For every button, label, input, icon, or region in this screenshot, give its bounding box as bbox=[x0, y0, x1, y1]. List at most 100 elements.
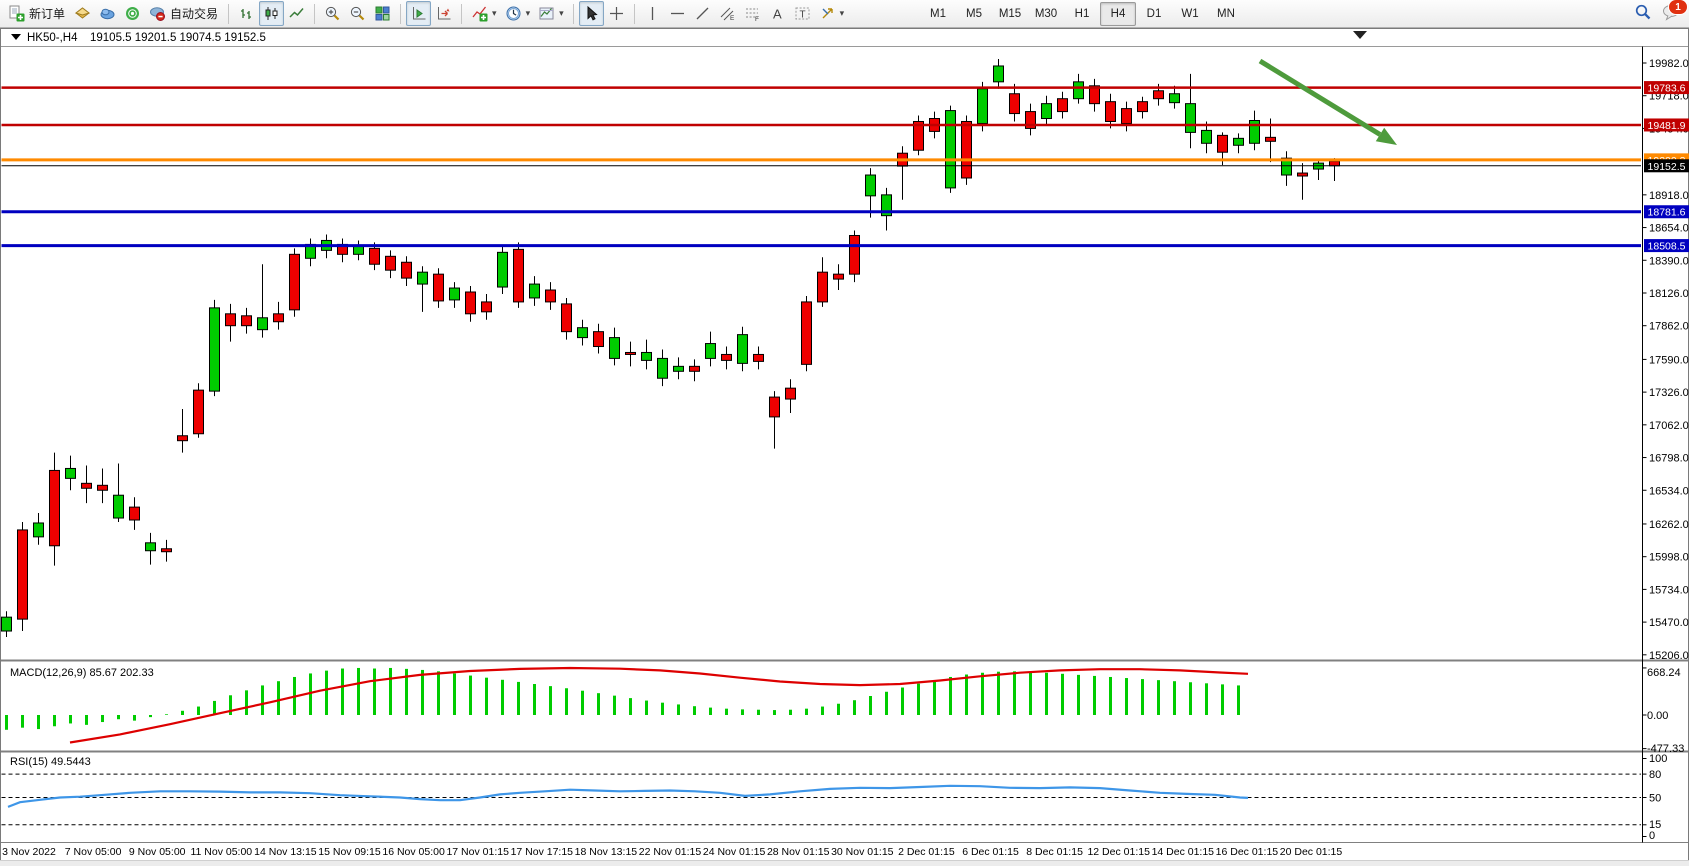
channel-icon: E bbox=[719, 5, 736, 22]
indicators-icon bbox=[471, 5, 488, 22]
dropdown-caret-icon[interactable]: ▾ bbox=[840, 8, 845, 19]
toolbar-separator bbox=[400, 3, 402, 24]
cursor-icon bbox=[583, 5, 600, 22]
trading-terminal: { "toolbar": { "buttons": [ {"name":"new… bbox=[0, 0, 1689, 866]
tile-windows-button[interactable] bbox=[370, 1, 395, 26]
quotes-button[interactable] bbox=[70, 1, 95, 26]
timeframe-m15-button[interactable]: M15 bbox=[992, 2, 1028, 26]
dropdown-caret-icon[interactable]: ▾ bbox=[559, 8, 564, 19]
auto-trading-button[interactable]: 自动交易 bbox=[145, 1, 223, 26]
candle bbox=[433, 273, 444, 302]
cursor-button[interactable] bbox=[578, 1, 604, 26]
auto-scroll-button[interactable] bbox=[431, 1, 456, 26]
zoom-in-button[interactable] bbox=[320, 1, 345, 26]
candle bbox=[449, 287, 460, 301]
time-label: 24 Nov 01:15 bbox=[703, 846, 766, 858]
fibonacci-button[interactable]: F bbox=[740, 1, 765, 26]
candle bbox=[273, 313, 284, 323]
time-label: 14 Nov 13:15 bbox=[254, 846, 317, 858]
svg-text:T: T bbox=[799, 10, 805, 21]
autotrade-icon bbox=[149, 5, 166, 22]
main-toolbar: 新订单 自动交易 ▾ ▾ ▾ E F A T ▾ M1 M5 M15 M30 H1 H4 D1 W1 MN 1 bbox=[0, 0, 1689, 28]
chart-window[interactable]: 19982.019718.019454.018918.018654.018390… bbox=[0, 28, 1689, 861]
time-label: 6 Dec 01:15 bbox=[962, 846, 1019, 858]
timeframe-m1-button[interactable]: M1 bbox=[920, 2, 956, 26]
svg-text:50: 50 bbox=[1649, 793, 1661, 805]
text-label-button[interactable]: T bbox=[790, 1, 815, 26]
candle bbox=[129, 506, 140, 521]
svg-text:18654.0: 18654.0 bbox=[1649, 223, 1689, 235]
tile-windows-icon bbox=[374, 5, 391, 22]
candle bbox=[481, 301, 492, 313]
signals-button[interactable] bbox=[120, 1, 145, 26]
candlestick-mode-button[interactable] bbox=[259, 1, 285, 26]
time-label: 15 Nov 09:15 bbox=[318, 846, 381, 858]
label-icon: T bbox=[794, 5, 811, 22]
notifications-button[interactable]: 1 bbox=[1662, 0, 1688, 26]
svg-text:A: A bbox=[773, 7, 782, 22]
bar-chart-mode-button[interactable] bbox=[234, 1, 259, 26]
chart-shift-icon bbox=[410, 5, 427, 22]
timeframe-h1-button[interactable]: H1 bbox=[1064, 2, 1100, 26]
time-label: 8 Dec 01:15 bbox=[1026, 846, 1083, 858]
trendline-button[interactable] bbox=[690, 1, 715, 26]
timeframe-m5-button[interactable]: M5 bbox=[956, 2, 992, 26]
line-chart-mode-button[interactable] bbox=[284, 1, 309, 26]
search-icon bbox=[1634, 3, 1652, 26]
zoom-out-icon bbox=[349, 5, 366, 22]
equidistant-channel-button[interactable]: E bbox=[715, 1, 740, 26]
chart-shift-button[interactable] bbox=[406, 1, 432, 26]
candle bbox=[849, 234, 860, 275]
text-button[interactable]: A bbox=[765, 1, 790, 26]
candle bbox=[1201, 129, 1212, 144]
toolbar-separator bbox=[461, 3, 463, 24]
candle bbox=[65, 467, 76, 479]
periods-button[interactable]: ▾ bbox=[501, 1, 535, 26]
notification-badge: 1 bbox=[1668, 0, 1688, 15]
vertical-line-button[interactable] bbox=[640, 1, 665, 26]
new-order-button[interactable]: 新订单 bbox=[4, 1, 70, 26]
zoom-in-icon bbox=[324, 5, 341, 22]
svg-text:16262.0: 16262.0 bbox=[1649, 519, 1689, 531]
svg-text:17862.0: 17862.0 bbox=[1649, 321, 1689, 333]
candlestick-icon bbox=[263, 5, 280, 22]
search-button[interactable] bbox=[1634, 3, 1652, 26]
arrows-button[interactable]: ▾ bbox=[815, 1, 849, 26]
timeframe-mn-button[interactable]: MN bbox=[1208, 2, 1244, 26]
time-label: 9 Nov 05:00 bbox=[129, 846, 186, 858]
status-bar bbox=[0, 860, 1689, 866]
zoom-out-button[interactable] bbox=[345, 1, 370, 26]
new-order-icon bbox=[8, 5, 25, 22]
candle bbox=[1169, 93, 1180, 104]
candle bbox=[593, 331, 604, 348]
timeframe-d1-button[interactable]: D1 bbox=[1136, 2, 1172, 26]
hline-icon bbox=[669, 5, 686, 22]
time-label: 16 Dec 01:15 bbox=[1216, 846, 1279, 858]
horizontal-line-button[interactable] bbox=[665, 1, 690, 26]
dropdown-caret-icon[interactable]: ▾ bbox=[492, 8, 497, 19]
candle bbox=[545, 289, 556, 303]
new-order-label: 新订单 bbox=[29, 7, 66, 21]
candle bbox=[161, 548, 172, 553]
time-label: 16 Nov 05:00 bbox=[382, 846, 445, 858]
candle bbox=[97, 484, 108, 491]
signal-icon bbox=[124, 5, 141, 22]
templates-button[interactable]: ▾ bbox=[534, 1, 568, 26]
candle bbox=[417, 271, 428, 285]
svg-text:18508.5: 18508.5 bbox=[1648, 241, 1686, 253]
candle bbox=[657, 357, 668, 379]
candle bbox=[769, 396, 780, 418]
vline-icon bbox=[644, 5, 661, 22]
timeframe-h4-button[interactable]: H4 bbox=[1100, 2, 1136, 26]
market-watch-button[interactable] bbox=[95, 1, 120, 26]
timeframe-m30-button[interactable]: M30 bbox=[1028, 2, 1064, 26]
candle bbox=[369, 247, 380, 265]
chart-canvas[interactable]: 19982.019718.019454.018918.018654.018390… bbox=[0, 28, 1689, 861]
toolbar-separator bbox=[633, 3, 635, 24]
dropdown-caret-icon[interactable]: ▾ bbox=[526, 8, 531, 19]
rsi-label: RSI(15) 49.5443 bbox=[10, 756, 91, 768]
indicators-button[interactable]: ▾ bbox=[467, 1, 501, 26]
eraser-icon bbox=[74, 5, 91, 22]
timeframe-w1-button[interactable]: W1 bbox=[1172, 2, 1208, 26]
crosshair-button[interactable] bbox=[604, 1, 629, 26]
